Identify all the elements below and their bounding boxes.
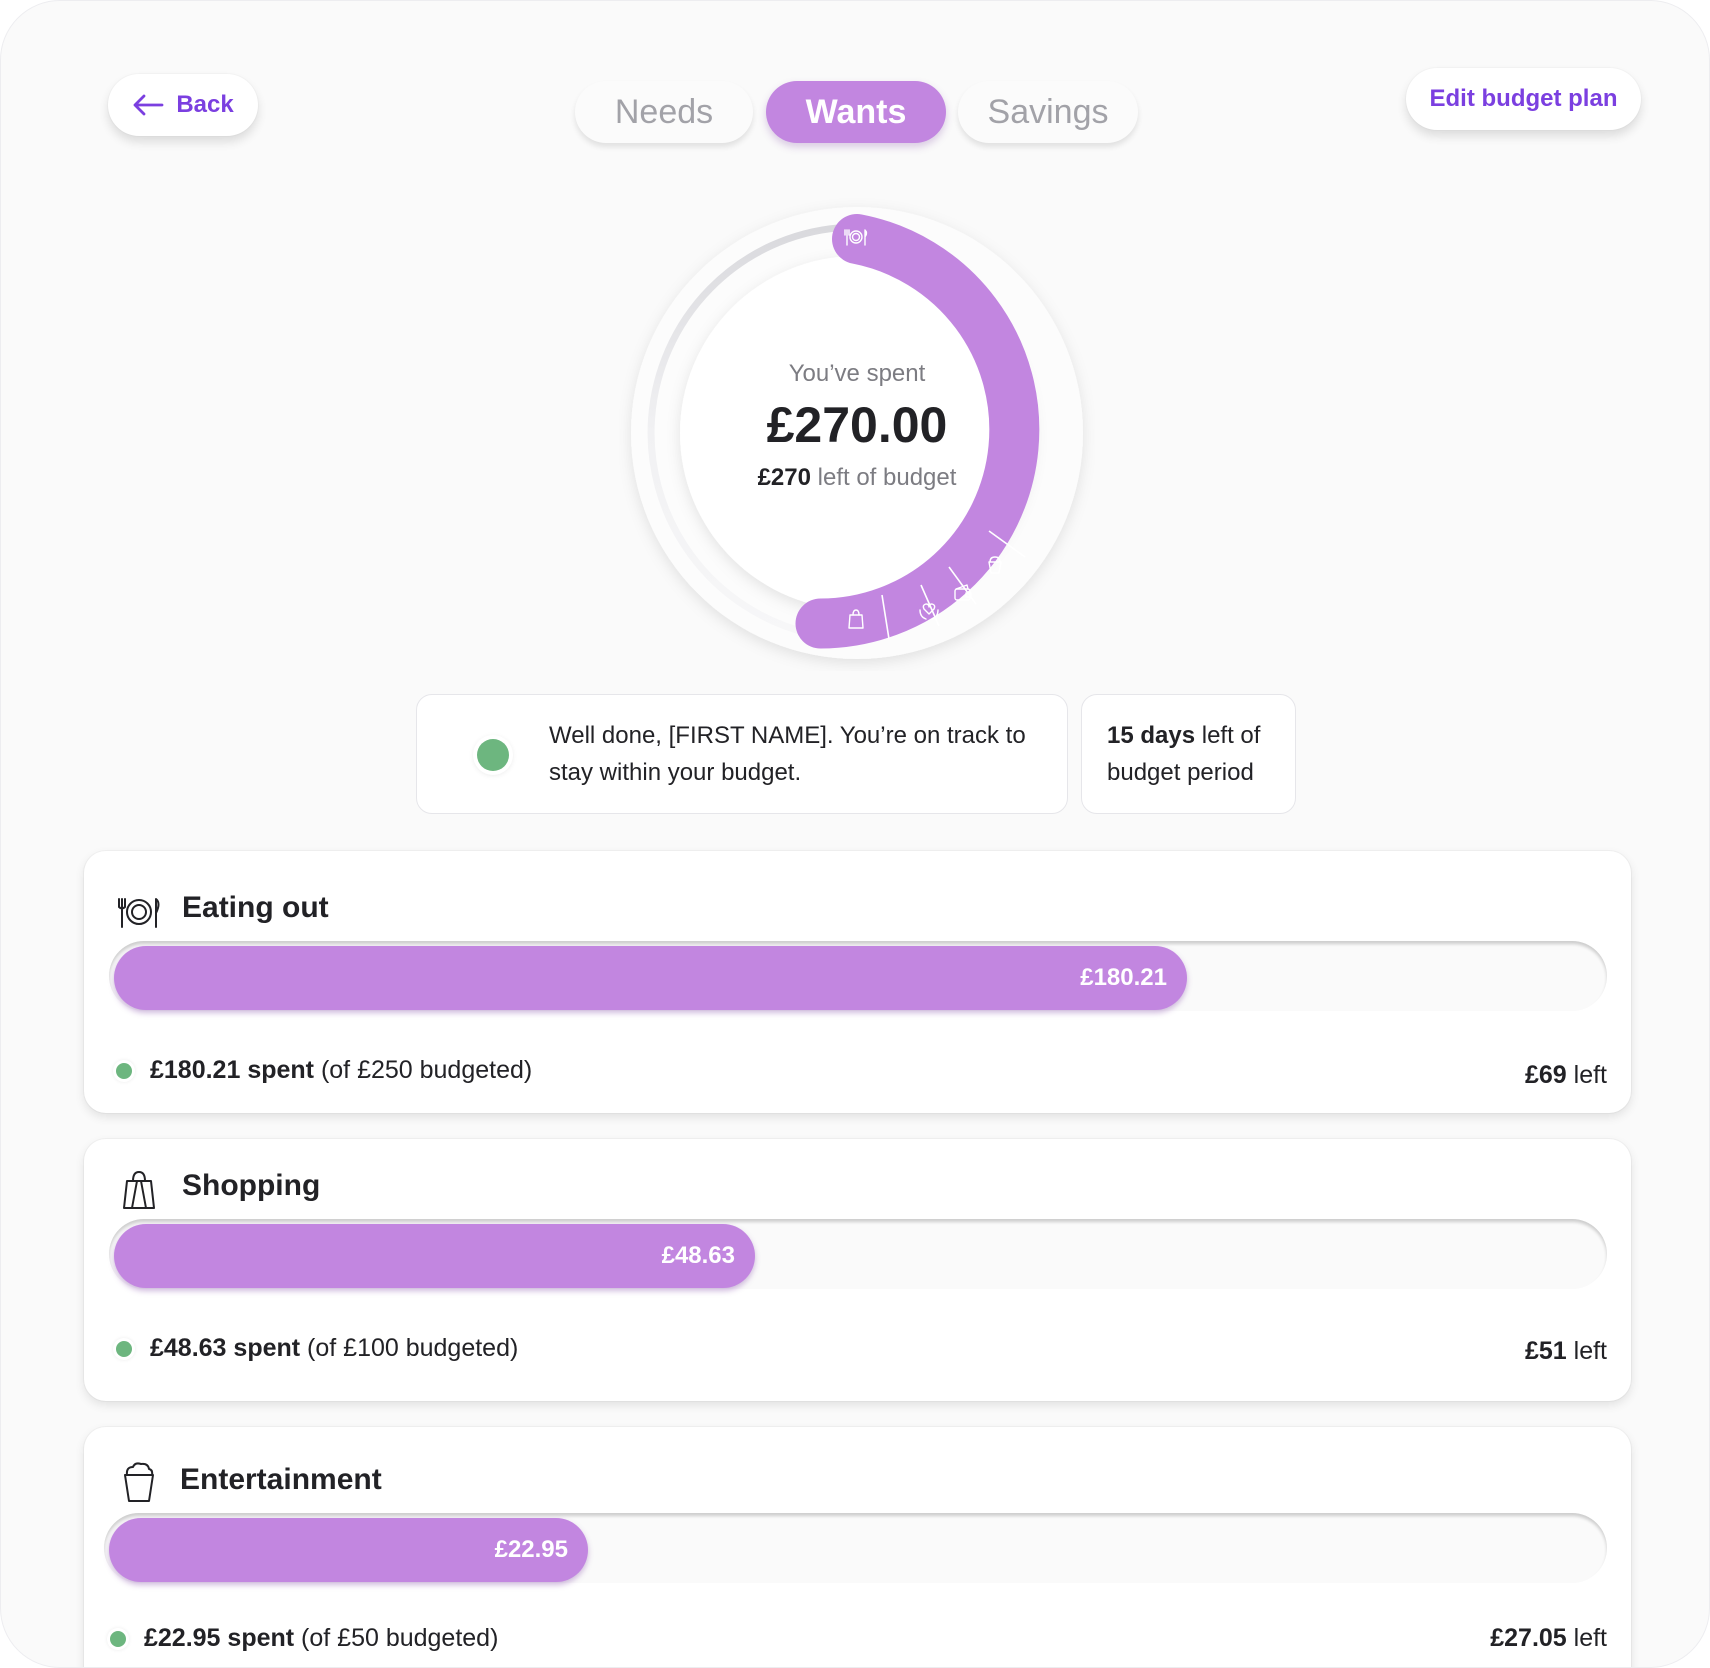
left-suffix: left — [1566, 1624, 1607, 1652]
category-progress-fill: £180.21 — [114, 946, 1187, 1010]
left-suffix: left — [1566, 1337, 1607, 1365]
days-left-count: 15 days — [1107, 722, 1196, 749]
budgeted-amount: (of £50 budgeted) — [294, 1624, 499, 1652]
budgeted-amount: (of £250 budgeted) — [314, 1056, 533, 1084]
category-title: Shopping — [182, 1169, 321, 1202]
knife — [155, 898, 160, 928]
tab-wants[interactable]: Wants — [766, 81, 946, 143]
left-summary: £51 left — [1525, 1337, 1607, 1366]
left-of-budget: £270 left of budget — [758, 464, 957, 492]
category-title: Eating out — [182, 891, 329, 924]
spent-amount: £270.00 — [766, 397, 948, 453]
spent-amount: £180.21 spent — [150, 1056, 314, 1084]
left-suffix: left of budget — [810, 464, 957, 491]
popcorn-cup — [124, 1474, 154, 1502]
spent-summary: £48.63 spent (of £100 budgeted) — [150, 1334, 518, 1363]
left-amount: £27.05 — [1490, 1624, 1567, 1652]
back-label: Back — [176, 91, 234, 118]
category-card-eating-out[interactable]: Eating out £180.21 £180.21 spent (of £25… — [84, 851, 1631, 1113]
left-amount: £51 — [1524, 1337, 1567, 1365]
donut-summary: You’ve spent £270.00 £270 left of budget — [619, 195, 1095, 671]
category-progress-track: £48.63 — [109, 1219, 1607, 1289]
budget-screen: Back Needs Wants Savings Edit budget pla… — [0, 0, 1710, 1668]
tab-savings[interactable]: Savings — [958, 81, 1138, 143]
progress-amount: £22.95 — [494, 1536, 568, 1563]
category-card-shopping[interactable]: Shopping £48.63 £48.63 spent (of £100 bu… — [84, 1139, 1631, 1401]
spent-summary: £22.95 spent (of £50 budgeted) — [144, 1624, 498, 1653]
plate-inner — [131, 904, 147, 920]
left-amount: £270 — [757, 464, 811, 491]
popcorn-top — [125, 1462, 154, 1476]
category-progress-fill: £48.63 — [114, 1224, 755, 1288]
bag-fold — [131, 1180, 147, 1209]
category-title: Entertainment — [180, 1463, 382, 1496]
days-left-card: 15 days left of budget period — [1081, 694, 1296, 814]
shopping-bag-icon — [123, 1171, 155, 1209]
tab-needs[interactable]: Needs — [575, 81, 753, 143]
cutlery-icon — [118, 898, 160, 928]
bag-handle — [132, 1171, 146, 1182]
budgeted-amount: (of £100 budgeted) — [300, 1334, 519, 1362]
status-message: Well done, [FIRST NAME]. You’re on track… — [549, 722, 1026, 786]
on-track-dot — [110, 1631, 126, 1647]
category-progress-track: £22.95 — [104, 1513, 1607, 1583]
on-track-indicator — [477, 739, 509, 771]
spending-donut: You’ve spent £270.00 £270 left of budget — [619, 195, 1095, 671]
progress-amount: £48.63 — [661, 1242, 735, 1269]
category-progress-track: £180.21 — [109, 941, 1607, 1011]
fork — [118, 898, 126, 928]
edit-budget-plan-button[interactable]: Edit budget plan — [1406, 68, 1641, 130]
progress-amount: £180.21 — [1080, 964, 1167, 991]
status-card: Well done, [FIRST NAME]. You’re on track… — [416, 694, 1068, 814]
left-suffix: left — [1566, 1061, 1607, 1089]
left-summary: £69 left — [1525, 1061, 1607, 1090]
arrow-left-icon — [133, 94, 164, 116]
spent-amount: £48.63 spent — [150, 1334, 301, 1362]
left-amount: £69 — [1524, 1061, 1567, 1089]
on-track-dot — [116, 1341, 132, 1357]
back-button[interactable]: Back — [108, 74, 258, 136]
category-card-entertainment[interactable]: Entertainment £22.95 £22.95 spent (of £5… — [84, 1427, 1631, 1667]
plate-outer — [126, 899, 152, 925]
edit-budget-plan-label: Edit budget plan — [1429, 85, 1618, 112]
category-progress-fill: £22.95 — [109, 1518, 588, 1582]
spent-amount: £22.95 spent — [144, 1624, 295, 1652]
spent-summary: £180.21 spent (of £250 budgeted) — [150, 1056, 532, 1085]
on-track-dot — [116, 1063, 132, 1079]
bag-body — [123, 1180, 155, 1209]
popcorn-icon — [124, 1462, 154, 1502]
spent-label: You’ve spent — [788, 360, 926, 387]
left-summary: £27.05 left — [1490, 1624, 1607, 1653]
